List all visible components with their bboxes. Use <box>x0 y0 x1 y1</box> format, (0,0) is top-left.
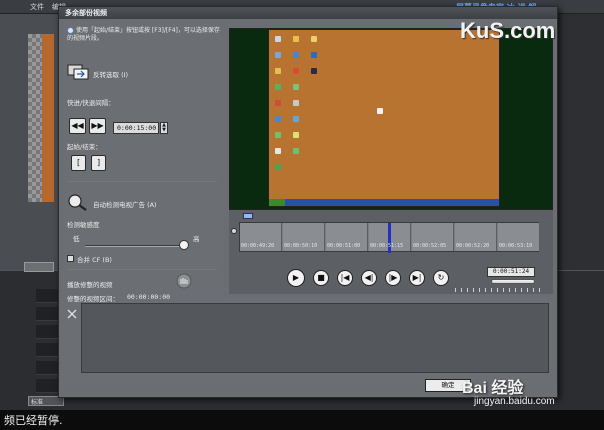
auto-detect-label[interactable]: 自动检测电视广告 (A) <box>93 199 157 209</box>
current-time-display[interactable]: 0:00:51:24 <box>487 267 535 277</box>
timeline-tick-label: 00:00:51:00 <box>327 243 361 249</box>
divider <box>67 181 217 182</box>
timeline-tick-label: 00:00:49:20 <box>241 243 275 249</box>
desktop-icon <box>275 148 281 154</box>
desktop-icon <box>275 36 281 42</box>
baidu-url: jingyan.baidu.com <box>474 396 555 407</box>
previous-frame-button[interactable]: ◀| <box>361 270 377 286</box>
video-preview[interactable] <box>229 28 553 210</box>
fast-forward-icon: ▶▶ <box>91 121 104 130</box>
sensitivity-low-label: 低 <box>73 235 80 243</box>
desktop-icon <box>275 116 281 122</box>
start-end-label: 起始/结束： <box>67 143 102 151</box>
divider <box>67 269 217 270</box>
desktop-icon <box>275 68 281 74</box>
dialog-title: 多余部份视频 <box>65 9 107 17</box>
desktop-icon <box>275 84 281 90</box>
jump-interval-input[interactable]: 0:00:15:00 <box>113 122 159 134</box>
start-mark-button[interactable]: [ <box>71 155 86 171</box>
timeline-tick-label: 00:00:50:10 <box>284 243 318 249</box>
desktop-cursor-icon <box>377 108 383 114</box>
sensitivity-slider-thumb[interactable] <box>179 240 189 250</box>
multi-trim-dialog: 多余部份视频 使用「起始/结束」按钮或按 [F3]/[F4]，可以选择保存的视频… <box>58 6 558 398</box>
trimmed-clips-list[interactable] <box>81 303 549 373</box>
stop-button[interactable]: ■ <box>313 270 329 286</box>
jump-interval-label: 快进/快退间隔： <box>67 99 115 107</box>
sensitivity-high-label: 高 <box>193 235 200 243</box>
status-bar <box>0 410 604 430</box>
timeline-scroll-handle[interactable] <box>231 228 237 234</box>
trimmed-clips-panel: 修整的视频区间： 00:00:00:00 <box>63 293 555 383</box>
desktop-icon <box>311 36 317 42</box>
merge-cf-checkbox[interactable] <box>67 255 74 262</box>
trim-options-panel: 使用「起始/结束」按钮或按 [F3]/[F4]，可以选择保存的视频片段。 反转选… <box>63 21 223 297</box>
desktop-icon <box>293 68 299 74</box>
delete-icon[interactable] <box>67 309 77 319</box>
trim-range-value: 00:00:00:00 <box>127 293 171 301</box>
play-trimmed-label: 播放修整的视频 <box>67 281 113 289</box>
info-icon <box>67 27 74 34</box>
desktop-icon <box>293 84 299 90</box>
desktop-icon <box>293 52 299 58</box>
desktop-icon <box>275 132 281 138</box>
end-mark-button[interactable]: ] <box>91 155 106 171</box>
timeline-tick-label: 00:00:51:15 <box>370 243 404 249</box>
timeline-tick-label: 00:00:53:10 <box>499 243 533 249</box>
desktop-icon <box>293 148 299 154</box>
desktop-icon <box>293 100 299 106</box>
desktop-icon <box>275 100 281 106</box>
hint-text: 使用「起始/结束」按钮或按 [F3]/[F4]，可以选择保存的视频片段。 <box>67 27 225 43</box>
rewind-button[interactable]: ◀◀ <box>69 118 86 134</box>
baidu-logo: Bai 经验 <box>462 380 524 397</box>
desktop-icon <box>311 68 317 74</box>
trim-timeline: 00:00:49:20 00:00:50:10 00:00:51:00 00:0… <box>229 210 553 294</box>
reverse-select-icon[interactable] <box>67 63 89 81</box>
next-frame-button[interactable]: |▶ <box>385 270 401 286</box>
zoom-scale-ticks <box>455 288 545 292</box>
watermark-logo: KuS.com <box>460 18 556 43</box>
reverse-select-label[interactable]: 反转选取 (I) <box>93 69 128 79</box>
timeline-tick-label: 00:00:52:20 <box>456 243 490 249</box>
hint-label: 使用「起始/结束」按钮或按 [F3]/[F4]，可以选择保存的视频片段。 <box>67 27 220 42</box>
timeline-marker-icon[interactable] <box>243 213 253 219</box>
menu-file[interactable]: 文件 <box>30 2 44 12</box>
go-to-end-button[interactable]: ▶| <box>409 270 425 286</box>
loop-button[interactable]: ↻ <box>433 270 449 286</box>
desktop-icon <box>293 116 299 122</box>
status-text: 频已经暂停. <box>4 414 63 427</box>
desktop-icon <box>311 52 317 58</box>
jump-interval-stepper[interactable]: ▲ ▼ <box>160 122 168 134</box>
hand-icon[interactable] <box>175 273 193 289</box>
timeline-tab[interactable] <box>24 262 54 272</box>
screen: 文件 编辑 屏幕录像专家 冰 讲 解 标准 多余部份视频 使用「起始/结束」按钮… <box>0 0 604 430</box>
trim-range-label: 修整的视频区间： <box>67 295 119 303</box>
zoom-slider[interactable] <box>491 279 535 284</box>
fast-forward-button[interactable]: ▶▶ <box>89 118 106 134</box>
play-button[interactable]: ▶ <box>287 269 305 287</box>
timeline-tick-label: 00:00:52:05 <box>413 243 447 249</box>
desktop-icon <box>275 52 281 58</box>
desktop-icon <box>293 36 299 42</box>
background-thumbnail-column <box>42 34 54 202</box>
go-to-start-button[interactable]: |◀ <box>337 270 353 286</box>
magnifier-icon[interactable] <box>67 193 89 211</box>
desktop-icon <box>293 132 299 138</box>
desktop-icon <box>275 164 281 170</box>
desktop-taskbar <box>269 199 499 206</box>
merge-cf-label[interactable]: 合并 CF (B) <box>77 254 112 264</box>
sensitivity-label: 检测敏感度 <box>67 221 100 229</box>
preview-frame <box>268 29 500 207</box>
desktop-start-button <box>269 199 285 206</box>
rewind-icon: ◀◀ <box>71 121 84 130</box>
sensitivity-slider-track[interactable] <box>85 245 189 247</box>
